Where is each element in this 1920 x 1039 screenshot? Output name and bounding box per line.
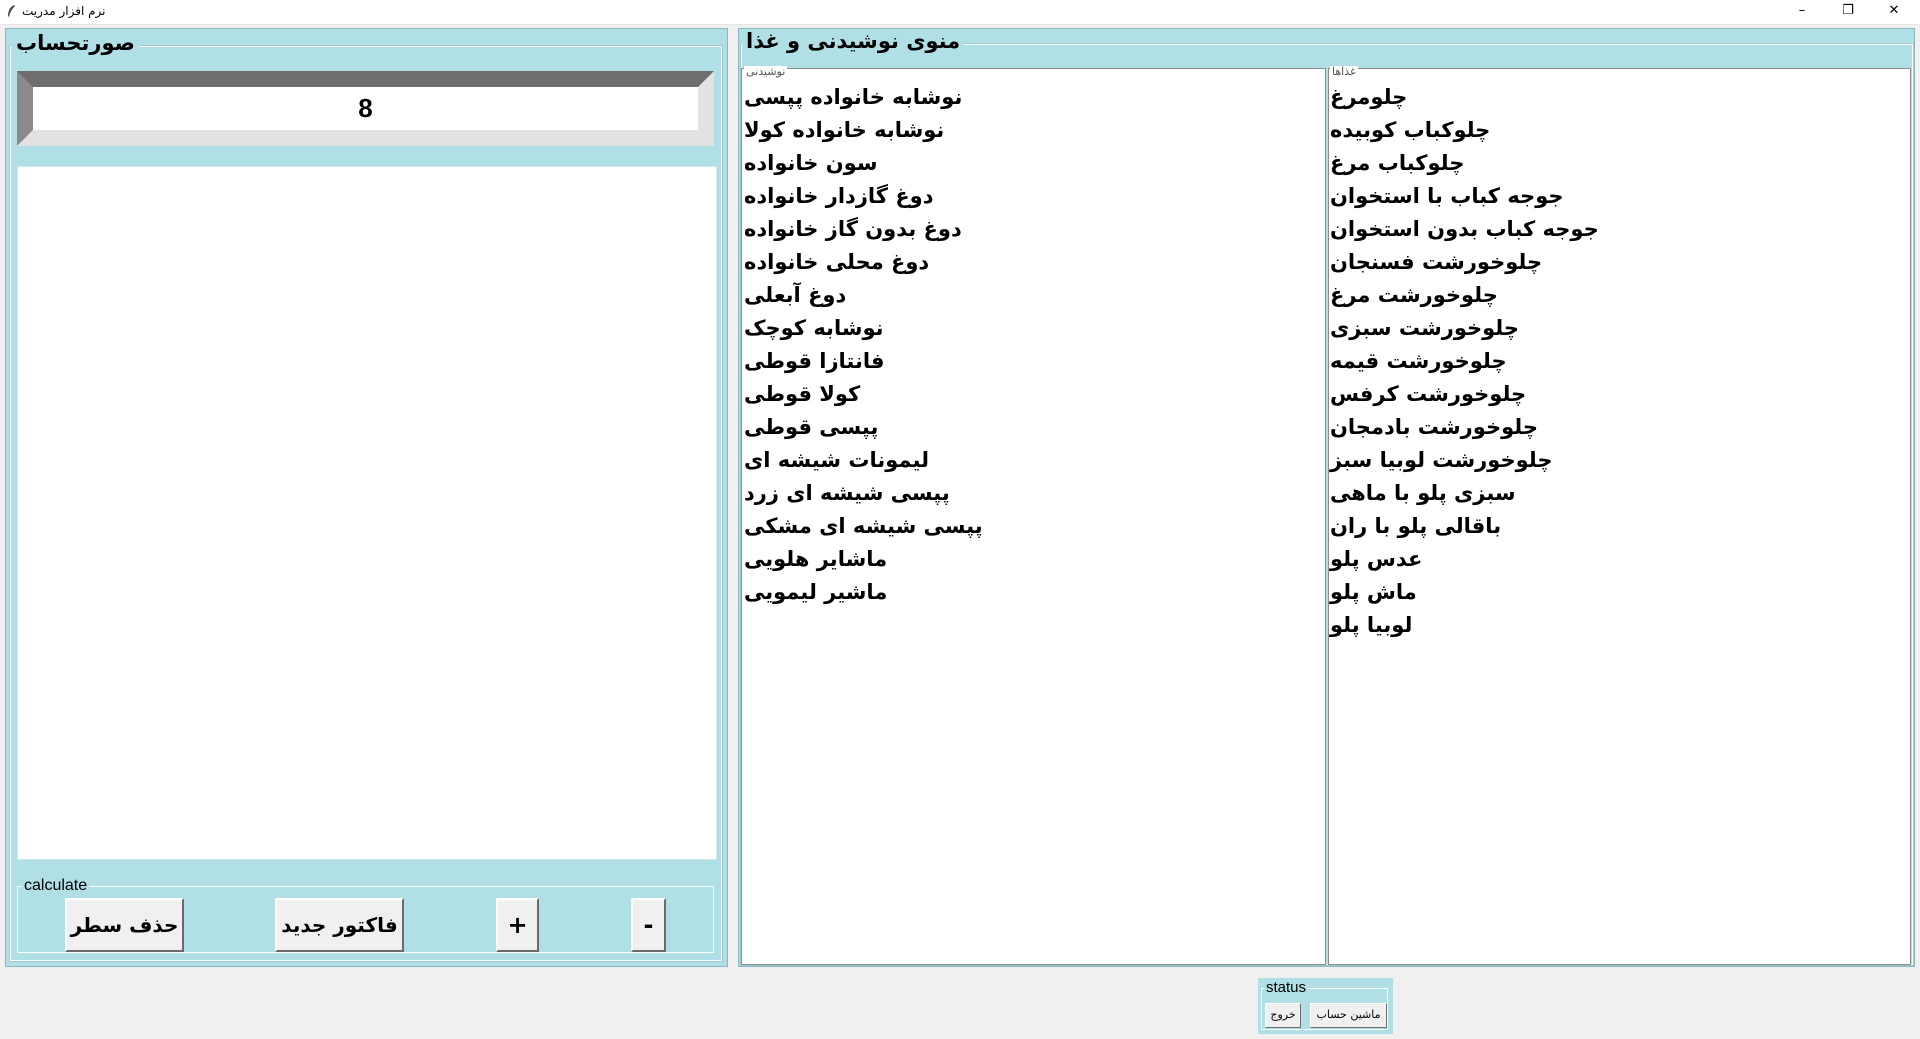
list-item[interactable]: پپسی قوطی (744, 411, 1322, 444)
delete-row-button[interactable]: حذف سطر (65, 898, 184, 952)
list-item[interactable]: چلوخورشت قیمه (1330, 345, 1908, 378)
foods-list[interactable]: چلومرغ چلوکباب کوبیده چلوکباب مرغ جوجه کباب… (1330, 81, 1908, 642)
list-item[interactable]: لوبیا پلو (1330, 609, 1908, 642)
list-item[interactable]: چلوکباب مرغ (1330, 147, 1908, 180)
drinks-caption: نوشیدنی (744, 65, 788, 78)
list-item[interactable]: دوغ محلی خانواده (744, 246, 1322, 279)
invoice-items-list[interactable] (17, 166, 717, 860)
menu-title: منوی نوشیدنی و غذا (742, 29, 965, 53)
minus-button[interactable]: - (631, 898, 666, 952)
list-item[interactable]: دوغ آبعلی (744, 279, 1322, 312)
plus-button[interactable]: + (496, 898, 539, 952)
status-caption: status (1265, 979, 1308, 996)
list-item[interactable]: سبزی پلو با ماهی (1330, 477, 1908, 510)
foods-caption: غذاها (1330, 65, 1358, 78)
list-item[interactable]: باقالی پلو با ران (1330, 510, 1908, 543)
list-item[interactable]: جوجه کباب بدون استخوان (1330, 213, 1908, 246)
close-button[interactable]: ✕ (1871, 0, 1917, 24)
feather-icon (6, 4, 16, 18)
list-item[interactable]: چلوخورشت بادمجان (1330, 411, 1908, 444)
invoice-title: صورتحساب (12, 31, 139, 55)
drinks-list[interactable]: نوشابه خانواده پپسی نوشابه خانواده کولا سو… (744, 81, 1322, 609)
calculate-caption: calculate (22, 877, 90, 895)
list-item[interactable]: ماشایر هلویی (744, 543, 1322, 576)
maximize-button[interactable]: ❐ (1825, 0, 1871, 24)
list-item[interactable]: چلوخورشت مرغ (1330, 279, 1908, 312)
list-item[interactable]: چلوکباب کوبیده (1330, 114, 1908, 147)
list-item[interactable]: ماش پلو (1330, 576, 1908, 609)
list-item[interactable]: کولا قوطی (744, 378, 1322, 411)
new-invoice-button[interactable]: فاکتور جدید (275, 898, 404, 952)
list-item[interactable]: چلوخورشت کرفس (1330, 378, 1908, 411)
list-item[interactable]: ماشیر لیمویی (744, 576, 1322, 609)
list-item[interactable]: سون خانواده (744, 147, 1322, 180)
title-bar: نرم افزار مدریت – ❐ ✕ (0, 0, 1920, 25)
list-item[interactable]: دوغ گازدار خانواده (744, 180, 1322, 213)
list-item[interactable]: فانتازا قوطی (744, 345, 1322, 378)
list-item[interactable]: پپسی شیشه ای زرد (744, 477, 1322, 510)
list-item[interactable]: عدس پلو (1330, 543, 1908, 576)
list-item[interactable]: چلومرغ (1330, 81, 1908, 114)
list-item[interactable]: نوشابه کوچک (744, 312, 1322, 345)
total-display: 8 (17, 71, 714, 146)
exit-button[interactable]: خروج (1265, 1003, 1301, 1028)
list-item[interactable]: چلوخورشت سبزی (1330, 312, 1908, 345)
list-item[interactable]: جوجه کباب با استخوان (1330, 180, 1908, 213)
list-item[interactable]: لیمونات شیشه ای (744, 444, 1322, 477)
list-item[interactable]: نوشابه خانواده کولا (744, 114, 1322, 147)
list-item[interactable]: دوغ بدون گاز خانواده (744, 213, 1322, 246)
list-item[interactable]: چلوخورشت لوبیا سبز (1330, 444, 1908, 477)
window-title: نرم افزار مدریت (22, 4, 106, 18)
total-value: 8 (33, 87, 698, 130)
list-item[interactable]: چلوخورشت فسنجان (1330, 246, 1908, 279)
minimize-button[interactable]: – (1779, 0, 1825, 24)
list-item[interactable]: نوشابه خانواده پپسی (744, 81, 1322, 114)
calculator-button[interactable]: ماشین حساب (1310, 1003, 1387, 1028)
list-item[interactable]: پپسی شیشه ای مشکی (744, 510, 1322, 543)
